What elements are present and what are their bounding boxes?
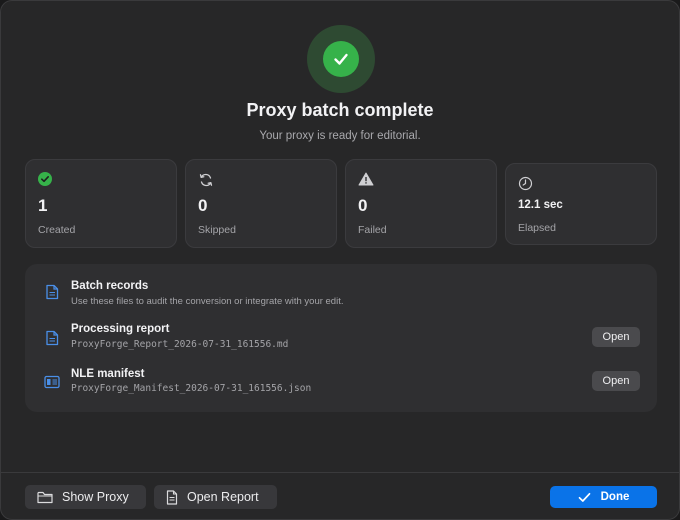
success-badge bbox=[307, 25, 375, 93]
success-check-icon bbox=[323, 41, 359, 77]
checkmark-icon bbox=[578, 492, 590, 502]
footer-divider bbox=[1, 472, 679, 473]
stat-card-skipped: 0 Skipped bbox=[185, 159, 337, 248]
document-icon bbox=[45, 330, 61, 346]
open-report-file-button[interactable]: Open bbox=[592, 327, 640, 347]
clock-icon bbox=[518, 176, 534, 192]
stat-label: Failed bbox=[358, 224, 387, 236]
stat-card-elapsed: 12.1 sec Elapsed bbox=[505, 163, 657, 245]
stat-label: Elapsed bbox=[518, 222, 556, 234]
stat-label: Skipped bbox=[198, 224, 236, 236]
report-document-icon bbox=[166, 489, 178, 505]
stat-value: 0 bbox=[358, 196, 368, 215]
record-filename-manifest: ProxyForge_Manifest_2026-07-31_161556.js… bbox=[71, 383, 312, 394]
stat-card-failed: 0 Failed bbox=[345, 159, 497, 248]
show-proxy-button[interactable]: Show Proxy bbox=[25, 485, 146, 509]
manifest-icon bbox=[44, 375, 60, 391]
record-title-report: Processing report bbox=[71, 323, 170, 335]
records-description: Use these files to audit the conversion … bbox=[71, 296, 344, 307]
document-icon bbox=[45, 284, 61, 300]
records-title: Batch records bbox=[71, 280, 149, 292]
dialog-title: Proxy batch complete bbox=[246, 100, 434, 120]
warning-triangle-icon bbox=[358, 172, 374, 188]
batch-records-panel: Batch records Use these files to audit t… bbox=[25, 264, 657, 412]
open-report-button[interactable]: Open Report bbox=[154, 485, 277, 509]
refresh-icon bbox=[198, 172, 214, 188]
record-filename-report: ProxyForge_Report_2026-07-31_161556.md bbox=[71, 339, 289, 350]
done-label: Done bbox=[600, 491, 630, 503]
dialog-subtitle: Your proxy is ready for editorial. bbox=[259, 130, 421, 142]
batch-complete-dialog: Proxy batch complete Your proxy is ready… bbox=[0, 0, 680, 520]
show-proxy-label: Show Proxy bbox=[62, 490, 129, 504]
stat-value: 12.1 sec bbox=[518, 199, 563, 211]
stat-value: 0 bbox=[198, 196, 208, 215]
open-report-label: Open Report bbox=[187, 490, 259, 504]
open-manifest-file-button[interactable]: Open bbox=[592, 371, 640, 391]
stat-value: 1 bbox=[38, 196, 48, 215]
stat-label: Created bbox=[38, 224, 76, 236]
stat-card-created: 1 Created bbox=[25, 159, 177, 248]
folder-icon bbox=[37, 491, 53, 503]
check-circle-icon bbox=[38, 172, 54, 188]
record-title-manifest: NLE manifest bbox=[71, 368, 145, 380]
done-button[interactable]: Done bbox=[550, 486, 657, 508]
